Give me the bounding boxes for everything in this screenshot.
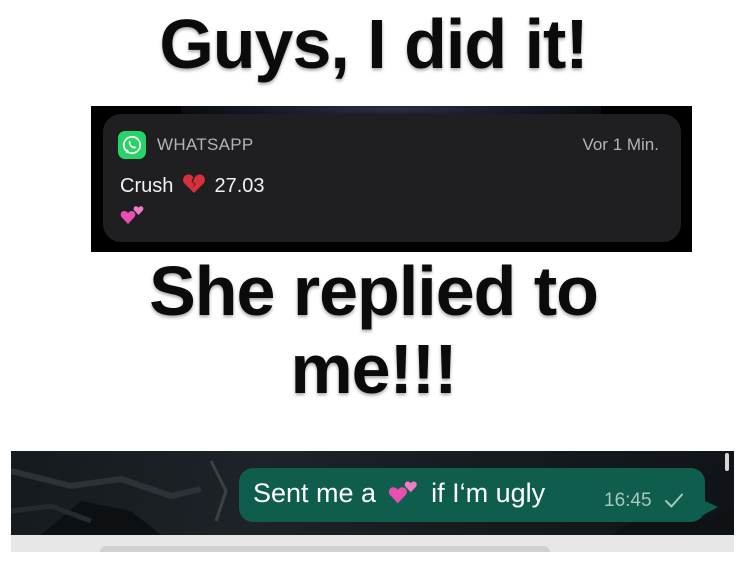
notification-sender: Crush	[120, 175, 174, 197]
notification-app-name: WHATSAPP	[157, 135, 254, 154]
scroll-indicator[interactable]	[725, 453, 729, 471]
notification-message-line: Crush 27.03	[120, 173, 265, 201]
two-hearts-icon	[388, 476, 420, 513]
message-prefix: Sent me a	[253, 478, 377, 508]
notification-screenshot: WHATSAPP Vor 1 Min. Crush 27.03	[91, 106, 692, 252]
notification-time: Vor 1 Min.	[582, 135, 659, 154]
chat-input-bar[interactable]	[100, 546, 550, 552]
whatsapp-notification[interactable]: WHATSAPP Vor 1 Min. Crush 27.03	[103, 114, 681, 242]
whatsapp-icon	[118, 131, 146, 159]
caption-middle-line1: She replied to	[149, 252, 599, 330]
single-check-icon	[663, 491, 685, 516]
caption-top: Guys, I did it!	[159, 5, 588, 83]
caption-middle-line2: me!!!	[290, 330, 457, 408]
message-text: Sent me a if I‘m ugly	[253, 476, 545, 513]
broken-heart-icon	[182, 173, 206, 201]
message-bubble-tail	[696, 497, 718, 519]
message-suffix: if I‘m ugly	[431, 478, 546, 508]
message-time: 16:45	[604, 490, 652, 511]
two-hearts-icon	[120, 202, 146, 231]
caption-middle: She replied to me!!!	[0, 252, 747, 408]
notification-preview: 27.03	[214, 175, 265, 197]
